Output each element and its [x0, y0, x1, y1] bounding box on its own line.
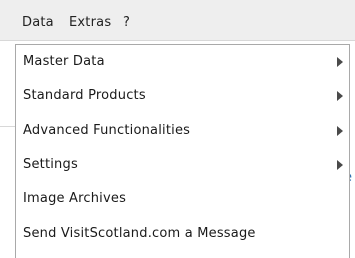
menu-item-label: Send VisitScotland.com a Message [23, 226, 256, 241]
menu-item-settings[interactable]: Settings [16, 148, 349, 180]
background-divider [0, 126, 16, 127]
submenu-arrow-icon [337, 160, 343, 170]
menu-item-advanced-functionalities[interactable]: Advanced Functionalities [16, 114, 349, 146]
menu-item-label: Master Data [23, 54, 105, 69]
menu-item-image-archives[interactable]: Image Archives [16, 182, 349, 214]
menu-item-send-message[interactable]: Send VisitScotland.com a Message [16, 217, 349, 249]
data-dropdown-menu: Master Data Standard Products Advanced F… [15, 44, 350, 258]
menu-item-master-data[interactable]: Master Data [16, 45, 349, 77]
menu-item-label: Standard Products [23, 88, 146, 103]
menu-extras[interactable]: Extras [69, 15, 111, 31]
submenu-arrow-icon [337, 57, 343, 67]
menu-item-label: Advanced Functionalities [23, 123, 191, 138]
submenu-arrow-icon [337, 126, 343, 136]
menu-help[interactable]: ? [123, 15, 130, 31]
menu-item-label: Image Archives [23, 191, 127, 206]
menu-data[interactable]: Data [22, 15, 54, 31]
menu-bar: Data Extras ? [0, 0, 355, 41]
page: Data Extras ? e Master Data Standard Pro… [0, 0, 355, 258]
menu-item-standard-products[interactable]: Standard Products [16, 79, 349, 111]
submenu-arrow-icon [337, 91, 343, 101]
menu-item-label: Settings [23, 157, 78, 172]
